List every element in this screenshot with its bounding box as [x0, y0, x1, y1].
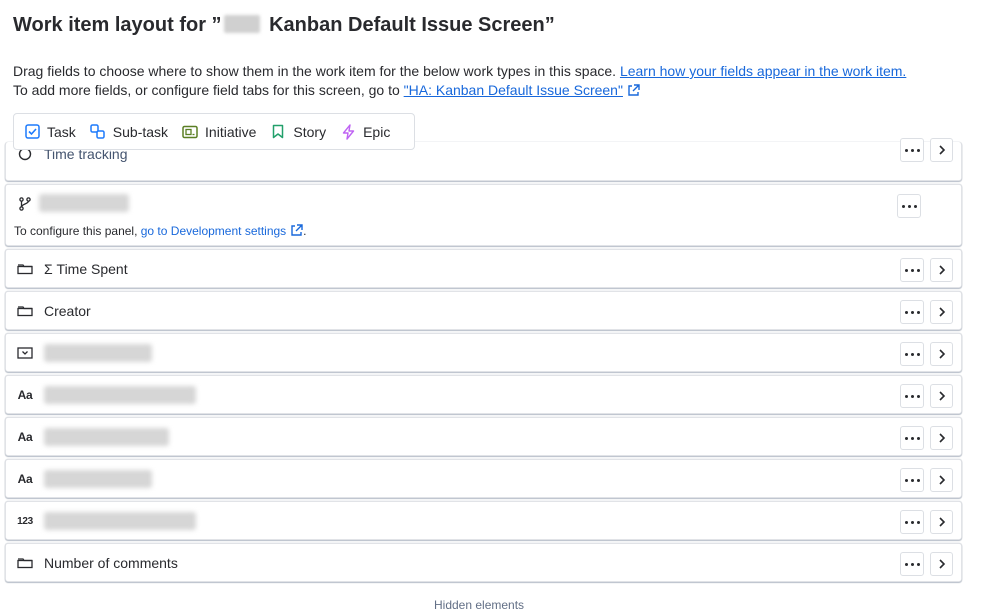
- text-field-icon: Aa: [17, 430, 33, 444]
- learn-more-link[interactable]: Learn how your fields appear in the work…: [620, 63, 906, 79]
- expand-button[interactable]: [930, 138, 953, 162]
- expand-button[interactable]: [930, 342, 953, 366]
- field-box-icon: [17, 304, 33, 318]
- description-line-2: To add more fields, or configure field t…: [13, 81, 906, 100]
- work-type-subtask[interactable]: Sub-task: [90, 124, 168, 140]
- external-link-icon[interactable]: [627, 84, 640, 97]
- field-row-time-spent[interactable]: Σ Time Spent: [5, 249, 962, 288]
- bookmark-icon: [270, 124, 286, 140]
- expand-button[interactable]: [930, 468, 953, 492]
- work-type-initiative[interactable]: Initiative: [182, 124, 256, 140]
- work-type-task[interactable]: Task: [24, 124, 76, 140]
- expand-button[interactable]: [930, 510, 953, 534]
- field-box-icon: [17, 262, 33, 276]
- hidden-elements-label: Hidden elements: [434, 598, 525, 612]
- field-row-text-1[interactable]: Aa: [5, 375, 962, 414]
- redacted-field-name: [44, 470, 152, 488]
- redacted-field-name: [44, 344, 152, 362]
- page-title: Work item layout for ” Kanban Default Is…: [13, 14, 555, 36]
- screen-config-link[interactable]: "HA: Kanban Default Issue Screen": [404, 82, 623, 98]
- redacted-field-name: [39, 194, 129, 212]
- more-actions-button[interactable]: [900, 426, 924, 450]
- branch-icon: [17, 197, 33, 211]
- expand-button[interactable]: [930, 426, 953, 450]
- field-row-select[interactable]: [5, 333, 962, 372]
- more-actions-button[interactable]: [900, 342, 924, 366]
- description-line-1: Drag fields to choose where to show them…: [13, 63, 907, 79]
- number-field-icon: 123: [17, 515, 33, 527]
- lightning-icon: [340, 123, 356, 140]
- field-row-text-2[interactable]: Aa: [5, 417, 962, 456]
- more-actions-button[interactable]: [900, 138, 924, 162]
- more-actions-button[interactable]: [900, 468, 924, 492]
- development-note: To configure this panel, go to Developme…: [14, 224, 307, 238]
- external-link-icon[interactable]: [290, 224, 303, 237]
- more-actions-button[interactable]: [900, 384, 924, 408]
- work-type-story[interactable]: Story: [270, 124, 326, 140]
- more-actions-button[interactable]: [900, 258, 924, 282]
- redacted-space-name: [223, 15, 260, 33]
- work-type-epic[interactable]: Epic: [340, 124, 390, 140]
- expand-button[interactable]: [930, 384, 953, 408]
- checkbox-icon: [24, 124, 40, 140]
- more-actions-button[interactable]: [900, 300, 924, 324]
- expand-button[interactable]: [930, 258, 953, 282]
- expand-button[interactable]: [930, 300, 953, 324]
- subtask-icon: [90, 124, 106, 140]
- field-row-creator[interactable]: Creator: [5, 291, 962, 330]
- redacted-field-name: [44, 512, 196, 530]
- redacted-field-name: [44, 428, 169, 446]
- work-type-tabs: Task Sub-task Initiative Story Epic: [13, 113, 415, 150]
- text-field-icon: Aa: [17, 472, 33, 486]
- redacted-field-name: [44, 386, 196, 404]
- more-actions-button[interactable]: [900, 510, 924, 534]
- development-settings-link[interactable]: go to Development settings: [141, 224, 286, 238]
- field-row-number-of-comments[interactable]: Number of comments: [5, 543, 962, 582]
- expand-button[interactable]: [930, 552, 953, 576]
- text-field-icon: Aa: [17, 388, 33, 402]
- initiative-icon: [182, 124, 198, 140]
- more-actions-button[interactable]: [900, 552, 924, 576]
- dropdown-field-icon: [17, 346, 33, 360]
- field-row-text-3[interactable]: Aa: [5, 459, 962, 498]
- field-box-icon: [17, 556, 33, 570]
- more-actions-button[interactable]: [897, 194, 921, 218]
- description: Drag fields to choose where to show them…: [13, 62, 906, 100]
- field-row-number[interactable]: 123: [5, 501, 962, 540]
- field-row-development[interactable]: To configure this panel, go to Developme…: [5, 184, 962, 246]
